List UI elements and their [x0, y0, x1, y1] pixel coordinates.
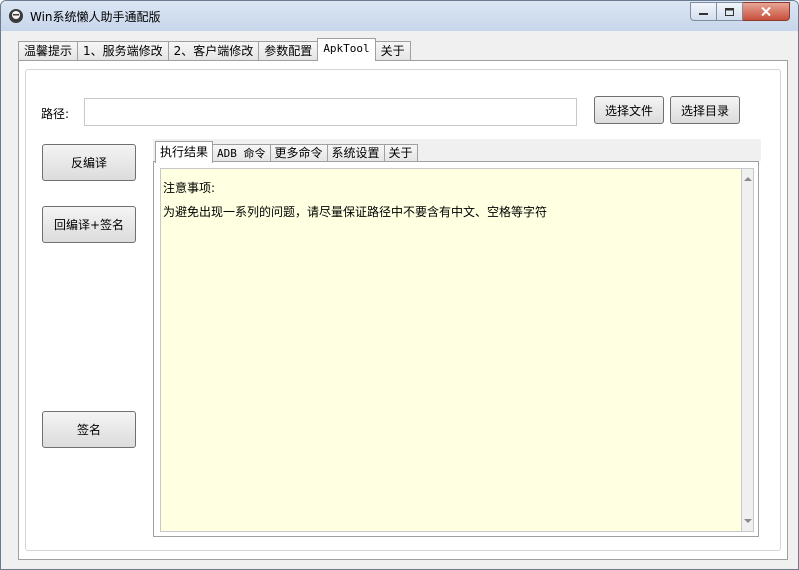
path-input[interactable]	[84, 98, 577, 126]
app-window: Win系统懒人助手通配版 温馨提示 1、服务端修改 2、客户端修改 参数配置 A…	[0, 0, 799, 570]
maximize-button[interactable]	[717, 2, 743, 21]
tab-apktool[interactable]: ApkTool	[317, 38, 376, 61]
tab-server-edit[interactable]: 1、服务端修改	[77, 41, 169, 61]
decompile-button[interactable]: 反编译	[42, 144, 136, 181]
window-title: Win系统懒人助手通配版	[30, 10, 161, 24]
output-line: 注意事项:	[163, 181, 216, 195]
output-line: 为避免出现一系列的问题，请尽量保证路径中不要含有中文、空格等字符	[163, 205, 548, 219]
tab-client-edit[interactable]: 2、客户端修改	[167, 41, 260, 61]
select-directory-button[interactable]: 选择目录	[670, 96, 740, 124]
app-icon	[9, 9, 23, 23]
close-icon	[761, 7, 771, 16]
tab-params[interactable]: 参数配置	[258, 41, 319, 61]
maximize-icon	[725, 7, 734, 16]
minimize-icon	[699, 12, 708, 15]
sub-tab-bar: 执行结果 ADB 命令 更多命令 系统设置 关于	[155, 141, 418, 163]
path-label: 路径:	[41, 107, 70, 121]
scroll-up-icon[interactable]	[744, 177, 752, 181]
main-tab-bar: 温馨提示 1、服务端修改 2、客户端修改 参数配置 ApkTool 关于	[18, 38, 411, 61]
output-textarea[interactable]: 注意事项: 为避免出现一系列的问题，请尽量保证路径中不要含有中文、空格等字符	[160, 168, 742, 532]
tab-result[interactable]: 执行结果	[155, 141, 214, 163]
title-bar[interactable]: Win系统懒人助手通配版	[1, 1, 798, 31]
select-file-button[interactable]: 选择文件	[594, 96, 664, 124]
close-button[interactable]	[743, 2, 790, 21]
result-panel: 注意事项: 为避免出现一系列的问题，请尽量保证路径中不要含有中文、空格等字符	[153, 161, 759, 537]
recompile-sign-button[interactable]: 回编译+签名	[42, 206, 136, 243]
tab-about[interactable]: 关于	[374, 41, 411, 61]
minimize-button[interactable]	[690, 2, 717, 21]
tab-tips[interactable]: 温馨提示	[18, 41, 79, 61]
sign-button[interactable]: 签名	[42, 411, 136, 448]
output-scrollbar[interactable]	[742, 168, 754, 532]
scroll-down-icon[interactable]	[744, 519, 752, 523]
window-client: 温馨提示 1、服务端修改 2、客户端修改 参数配置 ApkTool 关于 路径:…	[8, 31, 792, 563]
